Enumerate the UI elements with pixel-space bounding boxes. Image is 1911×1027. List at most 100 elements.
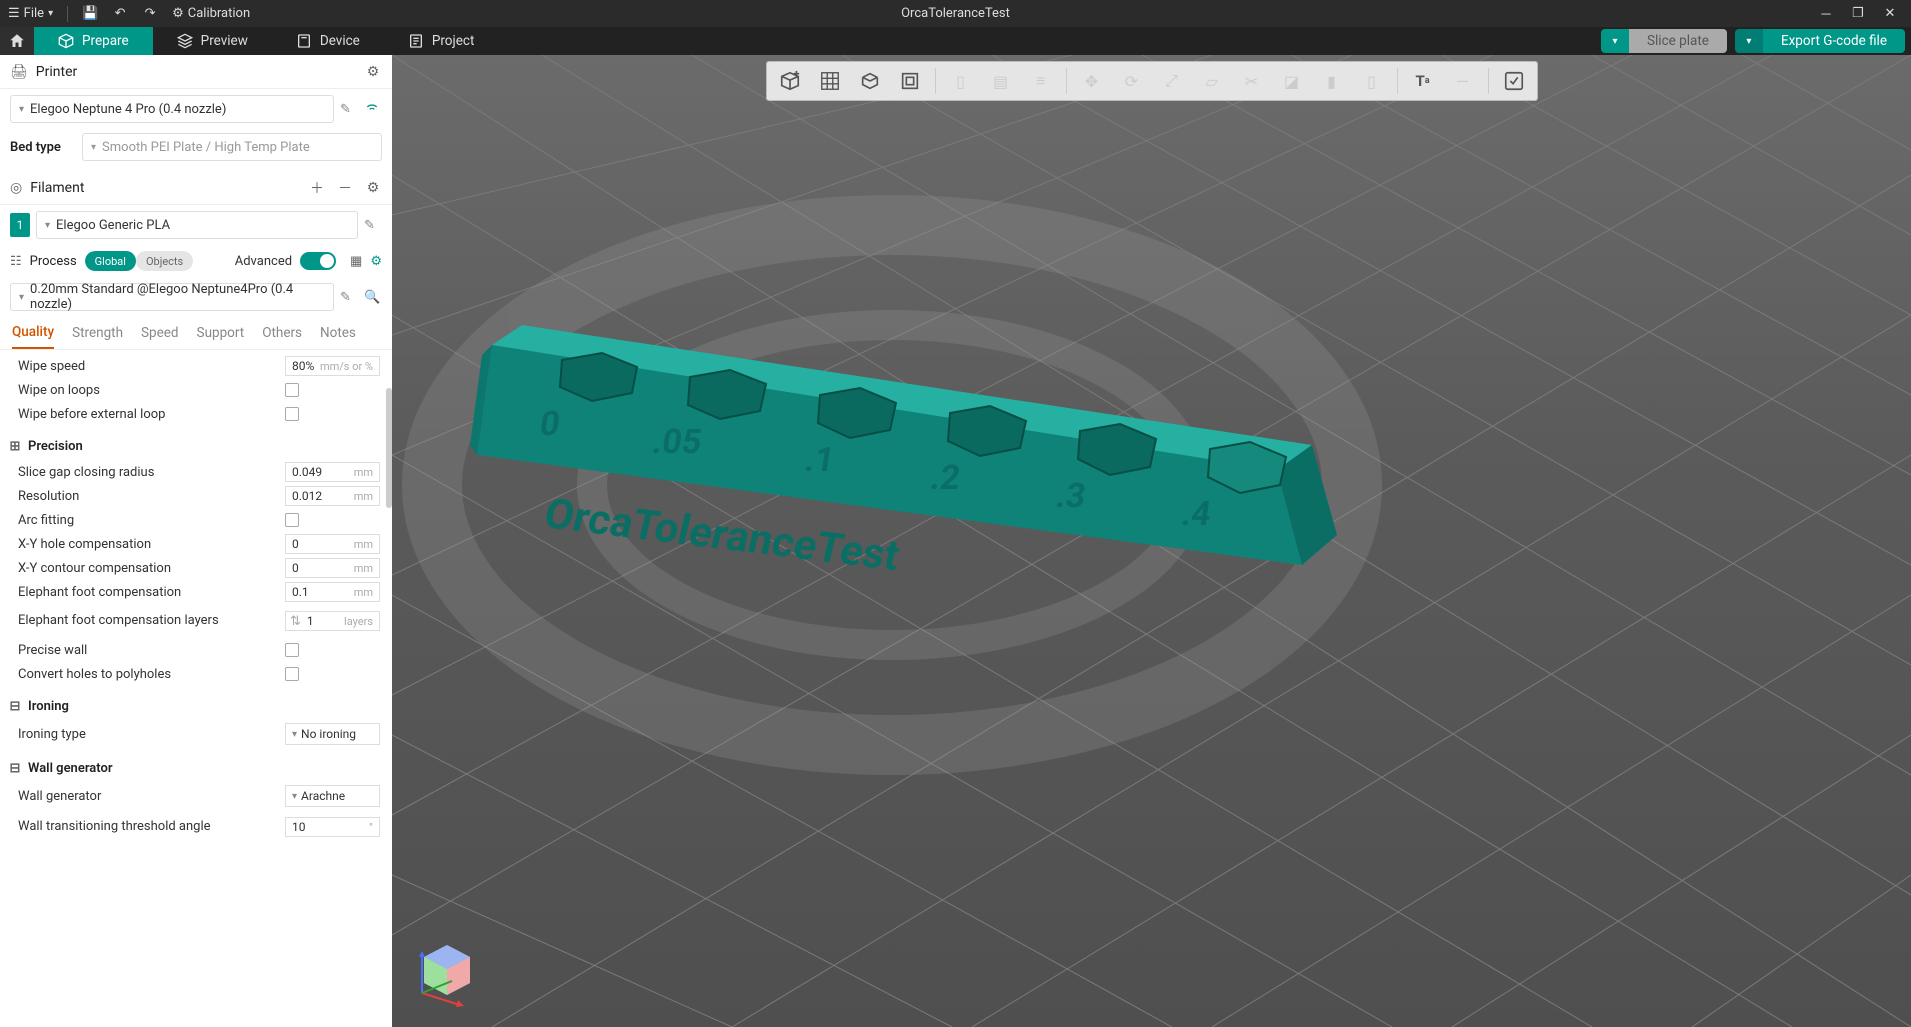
wall-generator-label: Wall generator bbox=[18, 789, 285, 804]
xy-contour-label: X-Y contour compensation bbox=[18, 561, 285, 576]
edit-icon[interactable]: ✎ bbox=[364, 218, 382, 233]
compare-icon[interactable]: ▦ bbox=[350, 254, 362, 269]
resolution-label: Resolution bbox=[18, 489, 285, 504]
3d-viewport[interactable]: 0 .05 .1 .2 .3 .4 OrcaToleranceTest ▯ ▤ … bbox=[392, 55, 1911, 1027]
chevron-down-icon: ▾ bbox=[45, 220, 50, 231]
tab-speed[interactable]: Speed bbox=[141, 317, 179, 349]
convert-holes-checkbox[interactable] bbox=[285, 667, 299, 681]
wallgen-expand-icon[interactable]: ⊟ bbox=[8, 761, 22, 775]
tab-others[interactable]: Others bbox=[262, 317, 302, 349]
wifi-icon[interactable] bbox=[364, 99, 382, 119]
gear-icon[interactable]: ⚙ bbox=[364, 63, 382, 81]
tab-preview[interactable]: Preview bbox=[153, 27, 272, 55]
process-profile-select[interactable]: ▾ 0.20mm Standard @Elegoo Neptune4Pro (0… bbox=[10, 283, 334, 311]
arc-fitting-checkbox[interactable] bbox=[285, 513, 299, 527]
gear-icon[interactable]: ⚙ bbox=[364, 179, 382, 197]
bed-type-select[interactable]: ▾ Smooth PEI Plate / High Temp Plate bbox=[82, 133, 382, 161]
edit-icon[interactable]: ✎ bbox=[340, 290, 358, 305]
search-icon[interactable]: 🔍 bbox=[364, 290, 382, 305]
redo-icon[interactable]: ↷ bbox=[142, 6, 158, 22]
move-button[interactable]: ✥ bbox=[1075, 65, 1109, 97]
tab-strength[interactable]: Strength bbox=[72, 317, 123, 349]
precision-expand-icon[interactable]: ⊞ bbox=[8, 439, 22, 453]
global-objects-toggle[interactable]: Global Objects bbox=[85, 251, 194, 271]
xy-hole-input[interactable]: 0mm bbox=[285, 534, 380, 554]
minimize-button[interactable]: ─ bbox=[1817, 5, 1835, 23]
elephant-foot-input[interactable]: 0.1mm bbox=[285, 582, 380, 602]
file-label: File bbox=[24, 6, 44, 21]
svg-text:.3: .3 bbox=[1053, 476, 1088, 516]
slice-gap-input[interactable]: 0.049mm bbox=[285, 462, 380, 482]
maximize-button[interactable]: ❐ bbox=[1849, 5, 1867, 23]
height-range-button[interactable]: ≡ bbox=[1024, 65, 1058, 97]
close-button[interactable]: ✕ bbox=[1881, 5, 1899, 23]
wall-generator-select[interactable]: ▾Arachne bbox=[285, 785, 380, 807]
3d-scene: 0 .05 .1 .2 .3 .4 OrcaToleranceTest bbox=[392, 55, 1911, 1027]
navbar: Prepare Preview Device Project ▾ Slice p… bbox=[0, 27, 1911, 55]
home-button[interactable] bbox=[0, 27, 34, 55]
wipe-external-checkbox[interactable] bbox=[285, 407, 299, 421]
tab-device[interactable]: Device bbox=[272, 27, 384, 55]
process-header: ☷ Process Global Objects Advanced ▦ ⚙ bbox=[0, 245, 392, 277]
wipe-on-loops-label: Wipe on loops bbox=[18, 383, 285, 398]
chevron-down-icon: ▾ bbox=[1612, 36, 1617, 47]
tab-quality[interactable]: Quality bbox=[12, 317, 54, 349]
arrange-button[interactable] bbox=[853, 65, 887, 97]
seam-paint-button[interactable]: ▯ bbox=[1355, 65, 1389, 97]
advanced-label: Advanced bbox=[235, 254, 292, 269]
sidebar: « 🖨 Printer ⚙ ▾ Elegoo Neptune 4 Pro (0.… bbox=[0, 55, 392, 1027]
file-menu[interactable]: ☰ File ▾ bbox=[8, 6, 53, 21]
orient-button[interactable] bbox=[893, 65, 927, 97]
variable-layer-button[interactable]: ▤ bbox=[984, 65, 1018, 97]
tab-notes[interactable]: Notes bbox=[320, 317, 356, 349]
rotate-button[interactable]: ⟳ bbox=[1115, 65, 1149, 97]
elephant-layers-label: Elephant foot compensation layers bbox=[18, 613, 285, 629]
printer-select[interactable]: ▾ Elegoo Neptune 4 Pro (0.4 nozzle) bbox=[10, 95, 334, 123]
resolution-input[interactable]: 0.012mm bbox=[285, 486, 380, 506]
hamburger-icon: ☰ bbox=[8, 6, 20, 21]
add-cube-button[interactable] bbox=[773, 65, 807, 97]
place-on-face-button[interactable]: ▱ bbox=[1195, 65, 1229, 97]
ironing-type-select[interactable]: ▾No ironing bbox=[285, 723, 380, 745]
assembly-view-button[interactable] bbox=[1497, 65, 1531, 97]
svg-text:.1: .1 bbox=[802, 440, 837, 480]
tab-support[interactable]: Support bbox=[197, 317, 245, 349]
split-button[interactable]: ▯ bbox=[944, 65, 978, 97]
tab-prepare[interactable]: Prepare bbox=[34, 27, 153, 55]
navigation-cube[interactable] bbox=[412, 937, 482, 1007]
wipe-on-loops-checkbox[interactable] bbox=[285, 383, 299, 397]
wall-trans-input[interactable]: 10° bbox=[285, 817, 380, 837]
add-plate-button[interactable] bbox=[813, 65, 847, 97]
advanced-toggle[interactable] bbox=[300, 252, 336, 270]
settings-icon[interactable]: ⚙ bbox=[370, 254, 382, 269]
wipe-speed-input[interactable]: 80%mm/s or % bbox=[285, 356, 380, 376]
export-dropdown[interactable]: ▾ bbox=[1735, 29, 1763, 53]
support-paint-button[interactable]: ▮ bbox=[1315, 65, 1349, 97]
xy-contour-input[interactable]: 0mm bbox=[285, 558, 380, 578]
ironing-expand-icon[interactable]: ⊟ bbox=[8, 699, 22, 713]
edit-icon[interactable]: ✎ bbox=[340, 102, 358, 117]
calibration-menu[interactable]: ⚙ Calibration bbox=[172, 6, 250, 21]
filament-select[interactable]: ▾ Elegoo Generic PLA bbox=[36, 211, 358, 239]
elephant-layers-input[interactable]: ⇅1layers bbox=[285, 611, 380, 631]
add-filament-button[interactable]: ＋ bbox=[308, 179, 326, 197]
chevron-down-icon: ▾ bbox=[1746, 36, 1751, 47]
save-icon[interactable]: 💾 bbox=[82, 6, 98, 22]
measure-button[interactable]: — bbox=[1446, 65, 1480, 97]
tab-project[interactable]: Project bbox=[384, 27, 499, 55]
export-gcode-button[interactable]: Export G-code file bbox=[1763, 29, 1905, 53]
mesh-boolean-button[interactable]: ◪ bbox=[1275, 65, 1309, 97]
text-tool-button[interactable]: Ta bbox=[1406, 65, 1440, 97]
precise-wall-checkbox[interactable] bbox=[285, 643, 299, 657]
cut-button[interactable]: ✂ bbox=[1235, 65, 1269, 97]
home-icon bbox=[8, 32, 26, 50]
chevron-down-icon: ▾ bbox=[91, 142, 96, 153]
model-block: 0 .05 .1 .2 .3 .4 OrcaToleranceTest bbox=[470, 325, 1337, 581]
remove-filament-button[interactable]: － bbox=[336, 179, 354, 197]
scale-button[interactable]: ⤢ bbox=[1155, 65, 1189, 97]
slice-plate-button[interactable]: Slice plate bbox=[1629, 29, 1727, 53]
undo-icon[interactable]: ↶ bbox=[112, 6, 128, 22]
slice-dropdown[interactable]: ▾ bbox=[1601, 29, 1629, 53]
filament-color-chip[interactable]: 1 bbox=[10, 213, 30, 237]
elephant-foot-label: Elephant foot compensation bbox=[18, 585, 285, 600]
